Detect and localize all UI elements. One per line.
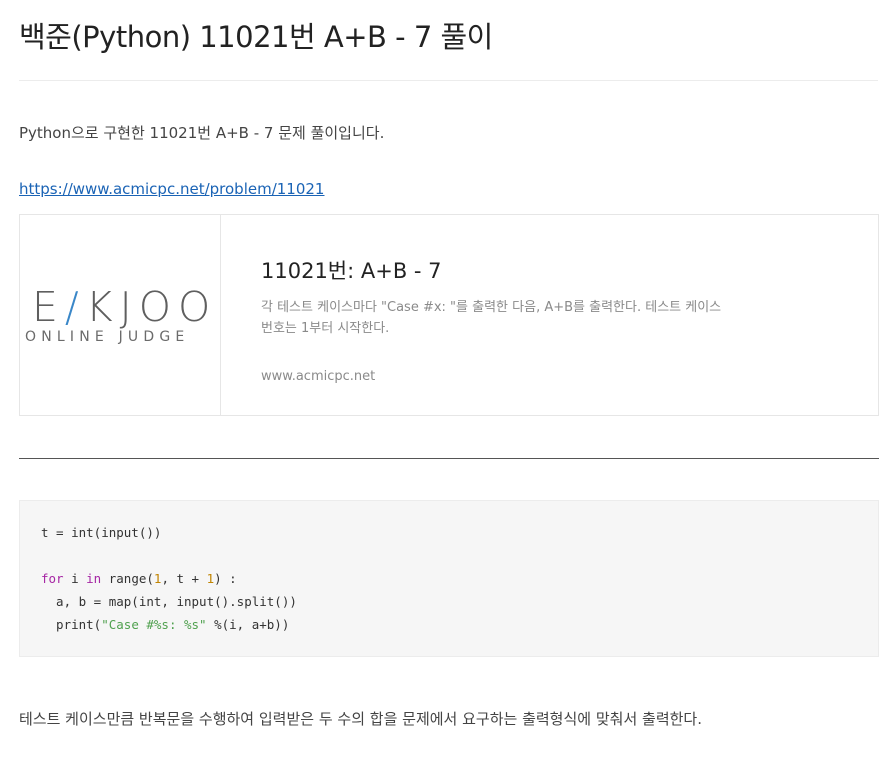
code-line-5: print("Case #%s: %s" %(i, a+b)) [41,617,289,632]
preview-title: 11021번: A+B - 7 [261,259,442,283]
code-line-4: a, b = map(int, input().split()) [41,594,297,609]
code-keyword: for [41,571,64,586]
code-block: t = int(input()) for i in range(1, t + 1… [19,500,879,657]
code-text: i [63,571,87,586]
summary-paragraph: 테스트 케이스만큼 반복문을 수행하여 입력받은 두 수의 합을 문제에서 요구… [19,710,702,728]
preview-thumbnail: E/KJOO ONLINE JUDGE [20,215,221,415]
code-string: "Case #%s: %s" [101,617,207,632]
code-text: %(i, a+b)) [206,617,290,632]
preview-url: www.acmicpc.net [261,369,376,384]
code-text: , t + [161,571,207,586]
link-preview-card[interactable]: E/KJOO ONLINE JUDGE 11021번: A+B - 7 각 테스… [19,214,879,416]
section-divider [19,458,879,459]
code-keyword: in [86,571,102,586]
code-text: ) : [214,571,237,586]
code-line-1: t = int(input()) [41,525,162,540]
code-line-3: for i in range(1, t + 1) : [41,571,237,586]
code-text: range( [101,571,154,586]
problem-link[interactable]: https://www.acmicpc.net/problem/11021 [19,180,324,198]
logo-subtitle: ONLINE JUDGE [25,329,190,345]
code-number: 1 [206,571,215,586]
code-text: print( [41,617,102,632]
post-title: 백준(Python) 11021번 A+B - 7 풀이 [19,20,493,54]
title-divider [19,80,878,81]
intro-paragraph: Python으로 구현한 11021번 A+B - 7 문제 풀이입니다. [19,124,385,142]
preview-description: 각 테스트 케이스마다 "Case #x: "를 출력한 다음, A+B를 출력… [261,300,722,336]
baekjoon-logo: E/KJOO [32,283,218,331]
